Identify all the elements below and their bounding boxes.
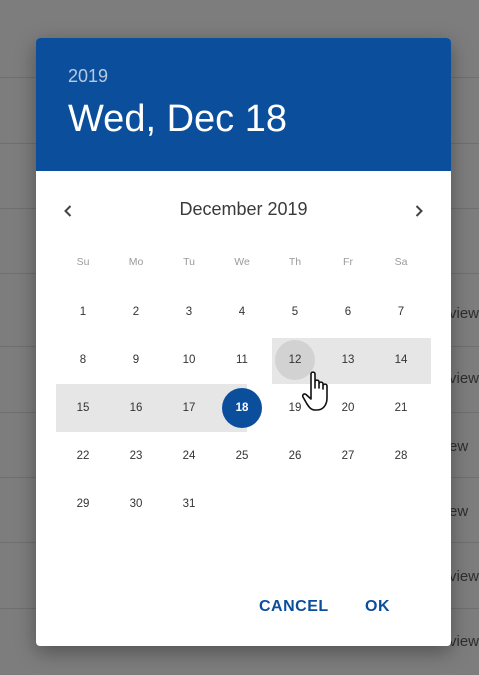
- day-cell[interactable]: 22: [63, 436, 103, 476]
- cancel-button[interactable]: CANCEL: [259, 598, 329, 616]
- background-row-text: view: [449, 370, 479, 387]
- day-cell[interactable]: 16: [116, 388, 156, 428]
- background-row-text: view: [449, 305, 479, 322]
- weekday-label: Tu: [183, 256, 195, 268]
- background-row-text: ew: [449, 438, 469, 455]
- day-cell[interactable]: 28: [381, 436, 421, 476]
- day-cell[interactable]: 29: [63, 484, 103, 524]
- chevron-left-icon[interactable]: [53, 196, 83, 226]
- day-cell[interactable]: 26: [275, 436, 315, 476]
- ok-button[interactable]: OK: [365, 598, 390, 616]
- day-cell[interactable]: 7: [381, 292, 421, 332]
- date-picker-dialog: 2019 Wed, Dec 18 December 2019 Su Mo Tu We T…: [36, 38, 451, 646]
- day-cell[interactable]: 6: [328, 292, 368, 332]
- day-cell-selected[interactable]: 18: [222, 388, 262, 428]
- background-row-text: ew: [449, 503, 469, 520]
- weekday-label: Fr: [343, 256, 353, 268]
- weekday-label: Th: [288, 256, 302, 268]
- header-selected-date[interactable]: Wed, Dec 18: [68, 98, 287, 141]
- day-cell[interactable]: 5: [275, 292, 315, 332]
- weekday-label: Mo: [128, 256, 144, 268]
- day-cell[interactable]: 31: [169, 484, 209, 524]
- day-cell[interactable]: 24: [169, 436, 209, 476]
- day-cell[interactable]: 21: [381, 388, 421, 428]
- weekday-label: Sa: [394, 256, 408, 268]
- background-row-text: view: [449, 568, 479, 585]
- date-picker-header: 2019 Wed, Dec 18: [36, 38, 451, 171]
- day-cell[interactable]: 10: [169, 340, 209, 380]
- header-year[interactable]: 2019: [68, 66, 108, 87]
- day-cell[interactable]: 15: [63, 388, 103, 428]
- day-cell[interactable]: 8: [63, 340, 103, 380]
- day-cell[interactable]: 30: [116, 484, 156, 524]
- weekday-label: We: [234, 256, 250, 268]
- month-navigation: December 2019: [36, 196, 451, 226]
- day-cell[interactable]: 23: [116, 436, 156, 476]
- month-label: December 2019: [179, 199, 308, 219]
- day-cell[interactable]: 27: [328, 436, 368, 476]
- day-cell[interactable]: 1: [63, 292, 103, 332]
- day-cell[interactable]: 9: [116, 340, 156, 380]
- day-cell[interactable]: 2: [116, 292, 156, 332]
- day-cell[interactable]: 17: [169, 388, 209, 428]
- day-cell[interactable]: 3: [169, 292, 209, 332]
- dialog-actions: CANCEL OK: [36, 598, 451, 628]
- day-cell[interactable]: 11: [222, 340, 262, 380]
- chevron-right-icon[interactable]: [404, 196, 434, 226]
- day-cell[interactable]: 4: [222, 292, 262, 332]
- hand-pointer-icon: [301, 371, 328, 411]
- day-cell[interactable]: 25: [222, 436, 262, 476]
- day-cell[interactable]: 14: [381, 340, 421, 380]
- weekday-label: Su: [76, 256, 90, 268]
- background-row-text: view: [449, 633, 479, 650]
